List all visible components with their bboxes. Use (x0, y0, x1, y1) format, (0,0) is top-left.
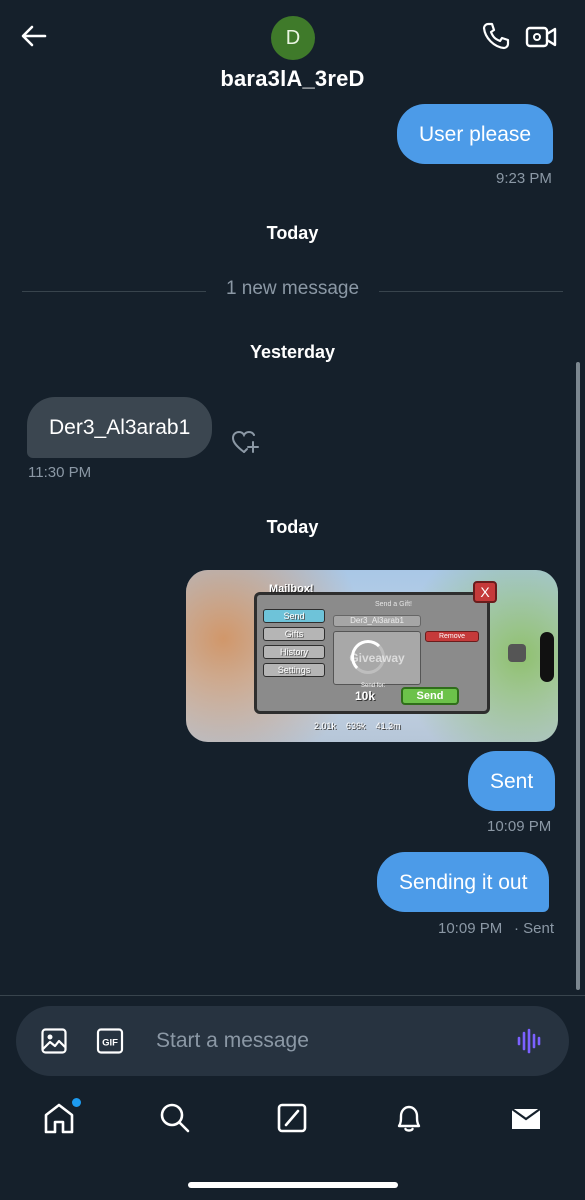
device-notch (540, 632, 554, 682)
divider-line (379, 291, 563, 292)
nav-messages[interactable] (508, 1100, 544, 1136)
game-hud: 2.01k 636k 41.3m (214, 716, 534, 736)
message-text: Der3_Al3arab1 (49, 416, 191, 439)
notification-badge (72, 1098, 81, 1107)
nav-grok[interactable] (274, 1100, 310, 1136)
search-icon (160, 1103, 190, 1133)
message-text: Sent (490, 769, 534, 793)
message-bubble-outgoing[interactable]: Sent (468, 751, 556, 811)
home-indicator[interactable] (188, 1182, 398, 1188)
cost-label: 10k (355, 689, 376, 703)
message-input[interactable] (156, 1023, 486, 1059)
hud-value: 636k (346, 721, 366, 731)
heart-plus-icon (231, 430, 259, 453)
remove-button: Remove (425, 631, 479, 642)
hud-value: 41.3m (375, 721, 401, 731)
panel-title: Send a Gift! (375, 601, 412, 608)
day-separator: Yesterday (249, 342, 336, 362)
hud-value: 2.01k (314, 721, 337, 731)
message-timestamp: 9:23 PM (496, 170, 552, 187)
arrow-left-icon (21, 25, 47, 47)
game-tab: Settings (263, 663, 325, 677)
waveform-icon (517, 1028, 541, 1054)
scrollbar[interactable] (576, 362, 580, 990)
add-photo-button[interactable] (40, 1027, 68, 1055)
game-tab: Gifts (263, 627, 325, 641)
day-separator: Today (266, 517, 319, 537)
message-status: · Sent (514, 920, 555, 937)
new-messages-label: 1 new message (225, 278, 360, 299)
voice-call-button[interactable] (480, 20, 512, 52)
envelope-icon (511, 1108, 541, 1129)
message-timestamp: 10:09 PM (438, 920, 503, 937)
recipient-field: Der3_Al3arab1 (333, 615, 421, 627)
loading-spinner (351, 640, 385, 674)
message-timestamp: 11:30 PM (28, 464, 92, 481)
message-bubble-outgoing[interactable]: Sending it out (377, 852, 550, 912)
home-icon (44, 1103, 74, 1134)
nav-search[interactable] (157, 1100, 193, 1136)
svg-text:GIF: GIF (102, 1038, 118, 1049)
gif-icon: GIF (96, 1028, 124, 1054)
image-attachment[interactable]: Mailbox! X Send a Gift! Send Gifts Histo… (186, 570, 558, 742)
message-composer: GIF (16, 1006, 569, 1076)
message-text: Sending it out (399, 870, 528, 894)
add-reaction-button[interactable] (230, 428, 260, 456)
nav-notifications[interactable] (391, 1100, 427, 1136)
game-icon (508, 644, 526, 662)
nav-home[interactable] (41, 1098, 81, 1136)
avatar-initial: D (285, 26, 301, 49)
contact-name[interactable]: bara3lA_3reD (0, 66, 585, 92)
video-camera-icon (525, 26, 557, 48)
conversation-header: D bara3lA_3reD (0, 0, 585, 100)
message-text: User please (419, 122, 532, 146)
bottom-navigation (0, 1090, 585, 1154)
back-button[interactable] (18, 20, 50, 52)
bell-icon (397, 1105, 421, 1132)
phone-icon (482, 22, 510, 50)
avatar[interactable]: D (271, 16, 315, 60)
message-bubble-incoming[interactable]: Der3_Al3arab1 (27, 397, 213, 458)
mailbox-title: Mailbox! (269, 583, 314, 595)
game-tab: Send (263, 609, 325, 623)
add-gif-button[interactable]: GIF (96, 1027, 124, 1055)
new-messages-divider: 1 new message (22, 278, 563, 302)
game-tab: History (263, 645, 325, 659)
grok-icon (277, 1103, 307, 1133)
game-close-button: X (473, 581, 497, 603)
message-bubble-outgoing[interactable]: User please (397, 104, 554, 164)
composer-divider (0, 995, 585, 996)
game-send-button: Send (401, 687, 459, 705)
image-icon (41, 1028, 67, 1054)
video-call-button[interactable] (524, 20, 558, 52)
voice-message-button[interactable] (516, 1027, 544, 1055)
message-timestamp: 10:09 PM (487, 818, 552, 835)
day-separator: Today (266, 223, 319, 243)
